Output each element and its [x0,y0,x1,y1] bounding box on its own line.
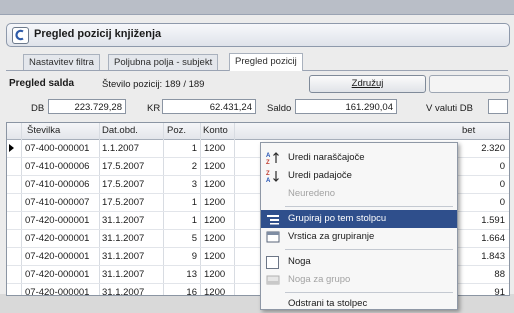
sort-descending-icon: Z A [266,169,280,184]
menu-separator [285,249,453,250]
tab-filter-settings[interactable]: Nastavitev filtra [23,54,100,70]
cell-number: 07-400-000001 [25,143,90,154]
window-title: Pregled pozicij knjiženja [34,28,162,40]
menu-item-label: Neuredeno [288,188,336,199]
menu-item-group-footer[interactable]: Noga za grupo [261,271,457,289]
cell-account: 1200 [204,143,226,154]
cell-account: 1200 [204,161,226,172]
saldo-field[interactable]: 161.290,04 [295,99,397,114]
column-header-account[interactable]: Konto [203,125,228,136]
menu-item-sort-descending[interactable]: Z A Uredi padajoče [261,167,457,185]
currency-field[interactable] [488,99,508,114]
entry-count: Število pozicij: 189 / 189 [102,79,205,90]
app-logo-icon [12,27,29,44]
cell-account: 1200 [204,179,226,190]
cell-date: 31.1.2007 [102,251,145,262]
menu-item-label: Grupiraj po tem stolpcu [288,213,387,224]
menu-item-sort-ascending[interactable]: A Z Uredi naraščajoče [261,149,457,167]
menu-item-label: Noga [288,256,311,267]
cell-account: 1200 [204,269,226,280]
cell-date: 17.5.2007 [102,161,145,172]
menu-item-label: Odstrani ta stolpec [288,298,368,309]
cell-account: 1200 [204,251,226,262]
cell-number: 07-420-000001 [25,287,90,296]
cell-account: 1200 [204,233,226,244]
cell-number: 07-420-000001 [25,269,90,280]
column-context-menu: A Z Uredi naraščajoče Z A Uredi padajoče… [260,142,458,310]
menu-item-footer[interactable]: Noga [261,253,457,271]
summary-toolbar: Pregled salda Število pozicij: 189 / 189… [6,75,510,93]
menu-item-unsorted[interactable]: Neuredeno [261,185,457,203]
group-footer-icon [266,273,280,287]
saldo-label: Saldo [267,103,292,114]
menu-item-label: Vrstica za grupiranje [288,231,375,242]
cell-account: 1200 [204,215,226,226]
current-row-indicator-icon [9,144,14,152]
footer-checkbox-icon[interactable] [266,256,279,269]
column-header-date[interactable]: Dat.obd. [102,125,138,136]
menu-item-remove-column[interactable]: Odstrani ta stolpec [261,295,457,313]
menu-item-label: Uredi padajoče [288,170,352,181]
group-button-label: Združuj [351,78,384,89]
tab-strip: Nastavitev filtra Poljubna polja - subje… [6,52,508,71]
totals-bar: DB 223.729,28 KR 62.431,24 Saldo 161.290… [6,99,508,117]
cell-position: 9 [191,251,197,262]
cell-number: 07-410-000006 [25,161,90,172]
cell-number: 07-410-000006 [25,179,90,190]
cell-position: 5 [191,233,197,244]
cell-position: 3 [191,179,197,190]
svg-text:Z: Z [266,171,270,177]
tab-entries-overview[interactable]: Pregled pozicij [229,53,303,71]
svg-text:Z: Z [266,160,270,165]
cell-account: 1200 [204,197,226,208]
svg-text:A: A [266,153,271,159]
menu-item-group-row[interactable]: Vrstica za grupiranje [261,228,457,246]
currency-label: V valuti DB [426,103,473,114]
tab-custom-fields[interactable]: Poljubna polja - subjekt [108,54,219,70]
cell-position: 13 [186,269,197,280]
group-row-icon [266,230,280,244]
column-header-position[interactable]: Poz. [167,125,186,136]
cell-number: 07-420-000001 [25,251,90,262]
table-header: Številka Dat.obd. Poz. Konto bet [7,123,509,140]
cell-position: 16 [186,287,197,296]
cell-date: 31.1.2007 [102,215,145,226]
window-titlebar: Pregled pozicij knjiženja [6,23,510,47]
cell-number: 07-410-000007 [25,197,90,208]
cell-date: 31.1.2007 [102,269,145,280]
column-header-number[interactable]: Številka [27,125,60,136]
cell-number: 07-420-000001 [25,215,90,226]
kr-field[interactable]: 62.431,24 [162,99,256,114]
main-window: Pregled pozicij knjiženja Nastavitev fil… [0,14,514,310]
column-header-amount[interactable]: bet [462,125,475,136]
cell-position: 1 [191,197,197,208]
section-label: Pregled salda [9,78,75,89]
cell-position: 1 [191,215,197,226]
db-field[interactable]: 223.729,28 [48,99,126,114]
db-label: DB [31,103,45,114]
top-strip [0,0,514,14]
cell-date: 17.5.2007 [102,179,145,190]
sort-ascending-icon: A Z [266,151,280,166]
cell-number: 07-420-000001 [25,233,90,244]
group-by-column-icon [266,212,280,226]
menu-item-label: Noga za grupo [288,274,351,285]
cell-date: 31.1.2007 [102,287,145,296]
kr-label: KR [147,103,161,114]
menu-item-group-by-column[interactable]: Grupiraj po tem stolpcu [261,210,457,228]
cell-position: 2 [191,161,197,172]
cell-date: 31.1.2007 [102,233,145,244]
cell-account: 1200 [204,287,226,296]
secondary-button[interactable] [429,75,510,93]
cell-position: 1 [191,143,197,154]
svg-text:A: A [266,178,271,183]
menu-separator [285,206,453,207]
cell-date: 1.1.2007 [102,143,139,154]
cell-date: 17.5.2007 [102,197,145,208]
group-button[interactable]: Združuj [309,75,426,93]
menu-item-label: Uredi naraščajoče [288,152,365,163]
